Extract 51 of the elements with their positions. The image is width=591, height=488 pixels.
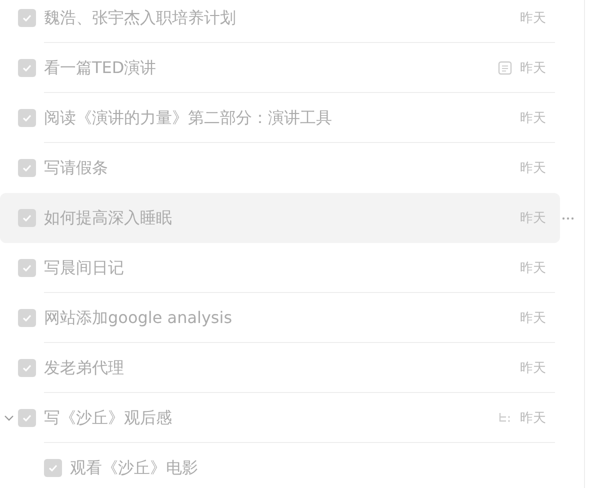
checkbox[interactable] — [18, 59, 36, 77]
task-date: 昨天 — [520, 260, 546, 277]
more-icon[interactable] — [562, 217, 574, 220]
checkmark-icon — [21, 312, 33, 324]
task-date: 昨天 — [520, 310, 546, 327]
task-date: 昨天 — [520, 410, 546, 427]
checkbox[interactable] — [18, 359, 36, 377]
checkbox[interactable] — [18, 109, 36, 127]
task-row[interactable]: 魏浩、张宇杰入职培养计划 昨天 — [0, 0, 560, 43]
task-row[interactable]: 阅读《演讲的力量》第二部分：演讲工具 昨天 — [0, 93, 560, 143]
task-row[interactable]: 写《沙丘》观后感 昨天 — [0, 393, 560, 443]
task-row[interactable]: 观看《沙丘》电影 — [0, 443, 560, 488]
checkbox[interactable] — [18, 159, 36, 177]
checkmark-icon — [47, 462, 59, 474]
task-title: 网站添加google analysis — [44, 308, 234, 328]
checkmark-icon — [21, 362, 33, 374]
task-title: 写请假条 — [44, 158, 109, 178]
checkbox[interactable] — [44, 459, 62, 477]
task-title: 魏浩、张宇杰入职培养计划 — [44, 8, 237, 28]
task-row[interactable]: 看一篇TED演讲 昨天 — [0, 43, 560, 93]
task-row[interactable]: 网站添加google analysis 昨天 — [0, 293, 560, 343]
task-date: 昨天 — [520, 10, 546, 27]
chevron-icon[interactable] — [4, 415, 14, 421]
subtask-icon — [498, 411, 512, 425]
checkbox[interactable] — [18, 409, 36, 427]
task-row[interactable]: 发老弟代理 昨天 — [0, 343, 560, 393]
task-date: 昨天 — [520, 360, 546, 377]
task-title: 如何提高深入睡眠 — [44, 208, 173, 228]
task-date: 昨天 — [520, 210, 546, 227]
checkmark-icon — [21, 12, 33, 24]
task-date: 昨天 — [520, 110, 546, 127]
checkmark-icon — [21, 412, 33, 424]
task-row[interactable]: 写请假条 昨天 — [0, 143, 560, 193]
task-date: 昨天 — [520, 60, 546, 77]
task-title: 写《沙丘》观后感 — [44, 408, 173, 428]
checkbox[interactable] — [18, 309, 36, 327]
checkmark-icon — [21, 262, 33, 274]
checkmark-icon — [21, 112, 33, 124]
task-row[interactable]: 写晨间日记 昨天 — [0, 243, 560, 293]
task-title: 看一篇TED演讲 — [44, 58, 158, 78]
task-title: 阅读《演讲的力量》第二部分：演讲工具 — [44, 108, 333, 128]
checkmark-icon — [21, 62, 33, 74]
task-title: 写晨间日记 — [44, 258, 125, 278]
checkbox[interactable] — [18, 9, 36, 27]
checkmark-icon — [21, 212, 33, 224]
task-date: 昨天 — [520, 160, 546, 177]
checkmark-icon — [21, 162, 33, 174]
task-title: 发老弟代理 — [44, 358, 125, 378]
task-title: 观看《沙丘》电影 — [70, 458, 199, 478]
checkbox[interactable] — [18, 259, 36, 277]
checkbox[interactable] — [18, 209, 36, 227]
